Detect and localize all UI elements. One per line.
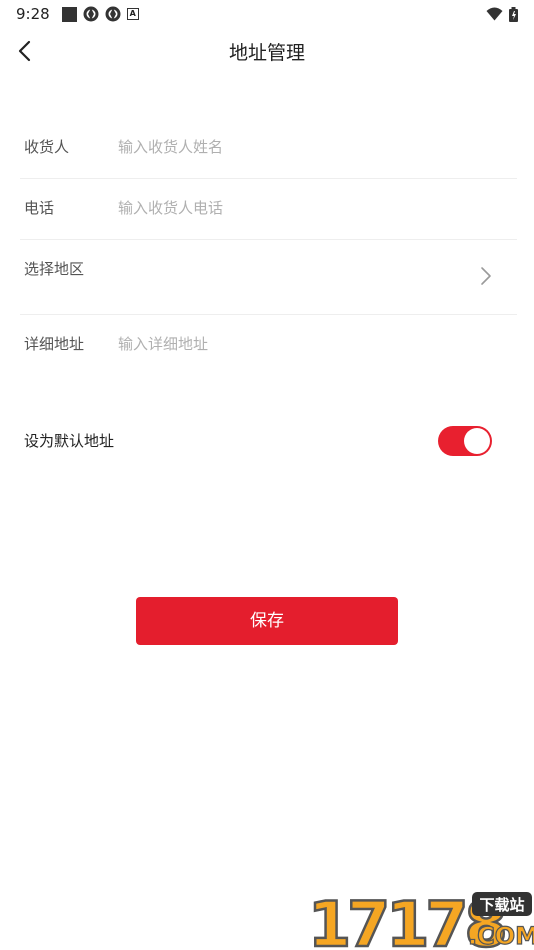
site-watermark-logo: 17178 下载站 .COM [308, 887, 534, 950]
a-notification-icon: A [126, 8, 139, 20]
nav-bar: 地址管理 [0, 28, 534, 74]
detail-address-row: 详细地址 [20, 315, 517, 376]
page-title: 地址管理 [228, 42, 305, 64]
ring-notification-icon [105, 6, 121, 22]
recipient-row: 收货人 [20, 118, 517, 179]
status-right [486, 6, 518, 22]
battery-icon [509, 6, 518, 22]
chevron-right-icon [481, 267, 491, 285]
wifi-icon [486, 7, 503, 21]
toggle-knob [464, 428, 490, 454]
recipient-input[interactable] [118, 128, 498, 166]
detail-address-label: 详细地址 [24, 335, 85, 353]
phone-input[interactable] [118, 189, 498, 227]
watermark-tag: 下载站 [479, 896, 524, 914]
region-label: 选择地区 [24, 260, 85, 278]
save-button[interactable]: 保存 [136, 597, 398, 645]
recipient-label: 收货人 [24, 138, 70, 156]
status-time: 9:28 [16, 5, 50, 23]
watermark-suffix: .COM [468, 922, 534, 950]
status-left: 9:28 A [16, 5, 139, 23]
address-management-screen: 9:28 A 地址管理 收货人 输入收货人姓名 电话 输入收货人电话 选择地区 … [0, 0, 534, 950]
default-address-row: 设为默认地址 [20, 420, 517, 462]
phone-label: 电话 [24, 199, 55, 217]
region-row[interactable]: 选择地区 [20, 240, 517, 315]
default-address-label: 设为默认地址 [24, 432, 115, 450]
square-notification-icon [61, 6, 77, 22]
ring-notification-icon [83, 6, 99, 22]
address-form: 收货人 电话 选择地区 详细地址 [20, 118, 517, 376]
default-address-toggle[interactable] [438, 426, 492, 456]
detail-address-input[interactable] [118, 325, 498, 363]
status-bar: 9:28 A [0, 0, 534, 28]
phone-row: 电话 [20, 179, 517, 240]
